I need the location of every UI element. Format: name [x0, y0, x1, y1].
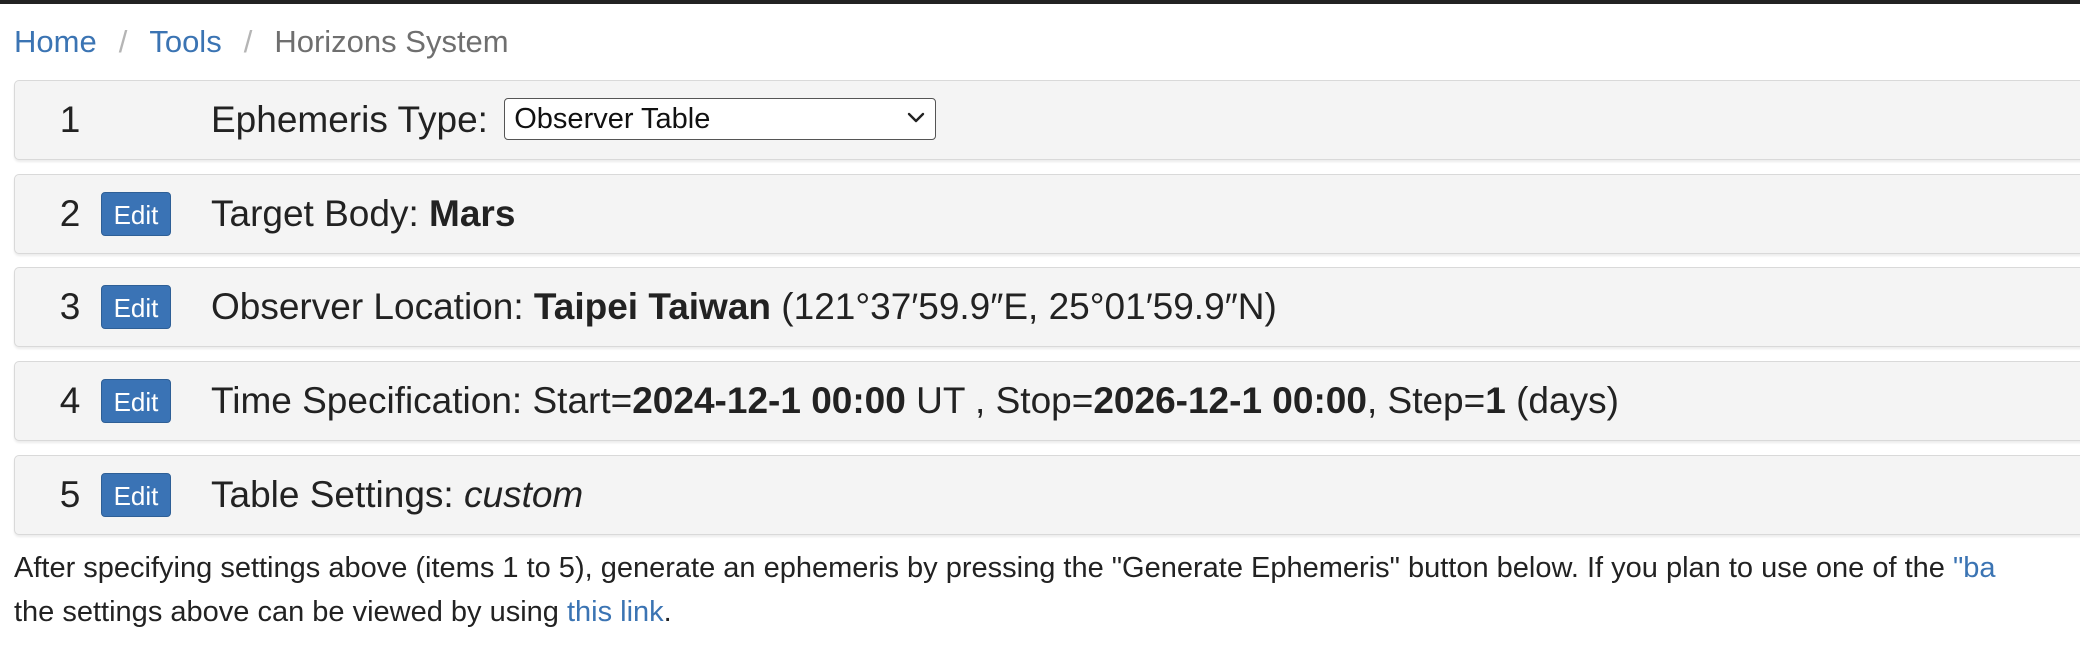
edit-target-body-button[interactable]: Edit	[101, 192, 171, 236]
instructions-line-2-prefix: the settings above can be viewed by usin…	[14, 596, 567, 628]
table-settings-value: custom	[464, 474, 584, 515]
table-settings-label: Table Settings:	[211, 474, 454, 515]
breadcrumb-tools-link[interactable]: Tools	[149, 24, 221, 59]
observer-location-label: Observer Location:	[211, 286, 524, 327]
time-spec-label: Time Specification:	[211, 380, 523, 421]
breadcrumb-current: Horizons System	[274, 24, 509, 59]
ephemeris-type-selected-value: Observer Table	[514, 103, 711, 136]
step-number: 5	[59, 474, 81, 515]
edit-table-settings-button[interactable]: Edit	[101, 473, 171, 517]
step-content: Ephemeris Type: Observer Table	[211, 81, 937, 159]
time-spec-start-suffix: UT , Stop=	[905, 380, 1094, 421]
step-content: Target Body: Mars	[211, 175, 515, 253]
time-spec-step-value: 1	[1485, 380, 1506, 421]
breadcrumb-separator: /	[118, 24, 128, 59]
step-number: 3	[59, 286, 81, 327]
step-ephemeris-type-panel: 1 Ephemeris Type: Observer Table	[14, 80, 2080, 160]
breadcrumb: Home / Tools / Horizons System	[14, 22, 509, 62]
observer-location-value: Taipei Taiwan	[533, 286, 772, 327]
step-target-body-panel: 2 Edit Target Body: Mars	[14, 174, 2080, 254]
edit-observer-location-button[interactable]: Edit	[101, 285, 171, 329]
this-link[interactable]: this link	[567, 596, 664, 628]
step-time-specification-panel: 4 Edit Time Specification: Start=2024-12…	[14, 361, 2080, 441]
ephemeris-type-select[interactable]: Observer Table	[504, 98, 937, 141]
step-number: 1	[59, 99, 81, 140]
step-content: Observer Location: Taipei Taiwan (121°37…	[211, 268, 1277, 346]
target-body-value: Mars	[429, 193, 516, 234]
step-observer-location-panel: 3 Edit Observer Location: Taipei Taiwan …	[14, 267, 2080, 347]
top-bar	[0, 0, 2080, 4]
step-number: 4	[59, 380, 81, 421]
instructions-line-2: the settings above can be viewed by usin…	[14, 590, 1996, 634]
instructions-text: After specifying settings above (items 1…	[14, 546, 1996, 634]
time-spec-start-value: 2024-12-1 00:00	[632, 380, 906, 421]
step-content: Table Settings: custom	[211, 456, 583, 534]
step-table-settings-panel: 5 Edit Table Settings: custom	[14, 455, 2080, 535]
instructions-line-1: After specifying settings above (items 1…	[14, 546, 1996, 590]
instructions-line-1-text: After specifying settings above (items 1…	[14, 552, 1953, 584]
ephemeris-type-label: Ephemeris Type:	[211, 99, 488, 140]
breadcrumb-separator: /	[243, 24, 253, 59]
batch-link[interactable]: "ba	[1953, 552, 1996, 584]
chevron-down-icon	[908, 113, 925, 123]
time-spec-step-unit: (days)	[1505, 380, 1619, 421]
target-body-label: Target Body:	[211, 193, 419, 234]
time-spec-start-prefix: Start=	[532, 380, 633, 421]
breadcrumb-home-link[interactable]: Home	[14, 24, 97, 59]
step-number: 2	[59, 193, 81, 234]
edit-time-specification-button[interactable]: Edit	[101, 379, 171, 423]
instructions-line-2-suffix: .	[663, 596, 672, 628]
step-content: Time Specification: Start=2024-12-1 00:0…	[211, 362, 1619, 440]
time-spec-stop-value: 2026-12-1 00:00	[1093, 380, 1367, 421]
time-spec-step-prefix: , Step=	[1366, 380, 1486, 421]
observer-location-coords: (121°37′59.9″E, 25°01′59.9″N)	[781, 286, 1277, 327]
